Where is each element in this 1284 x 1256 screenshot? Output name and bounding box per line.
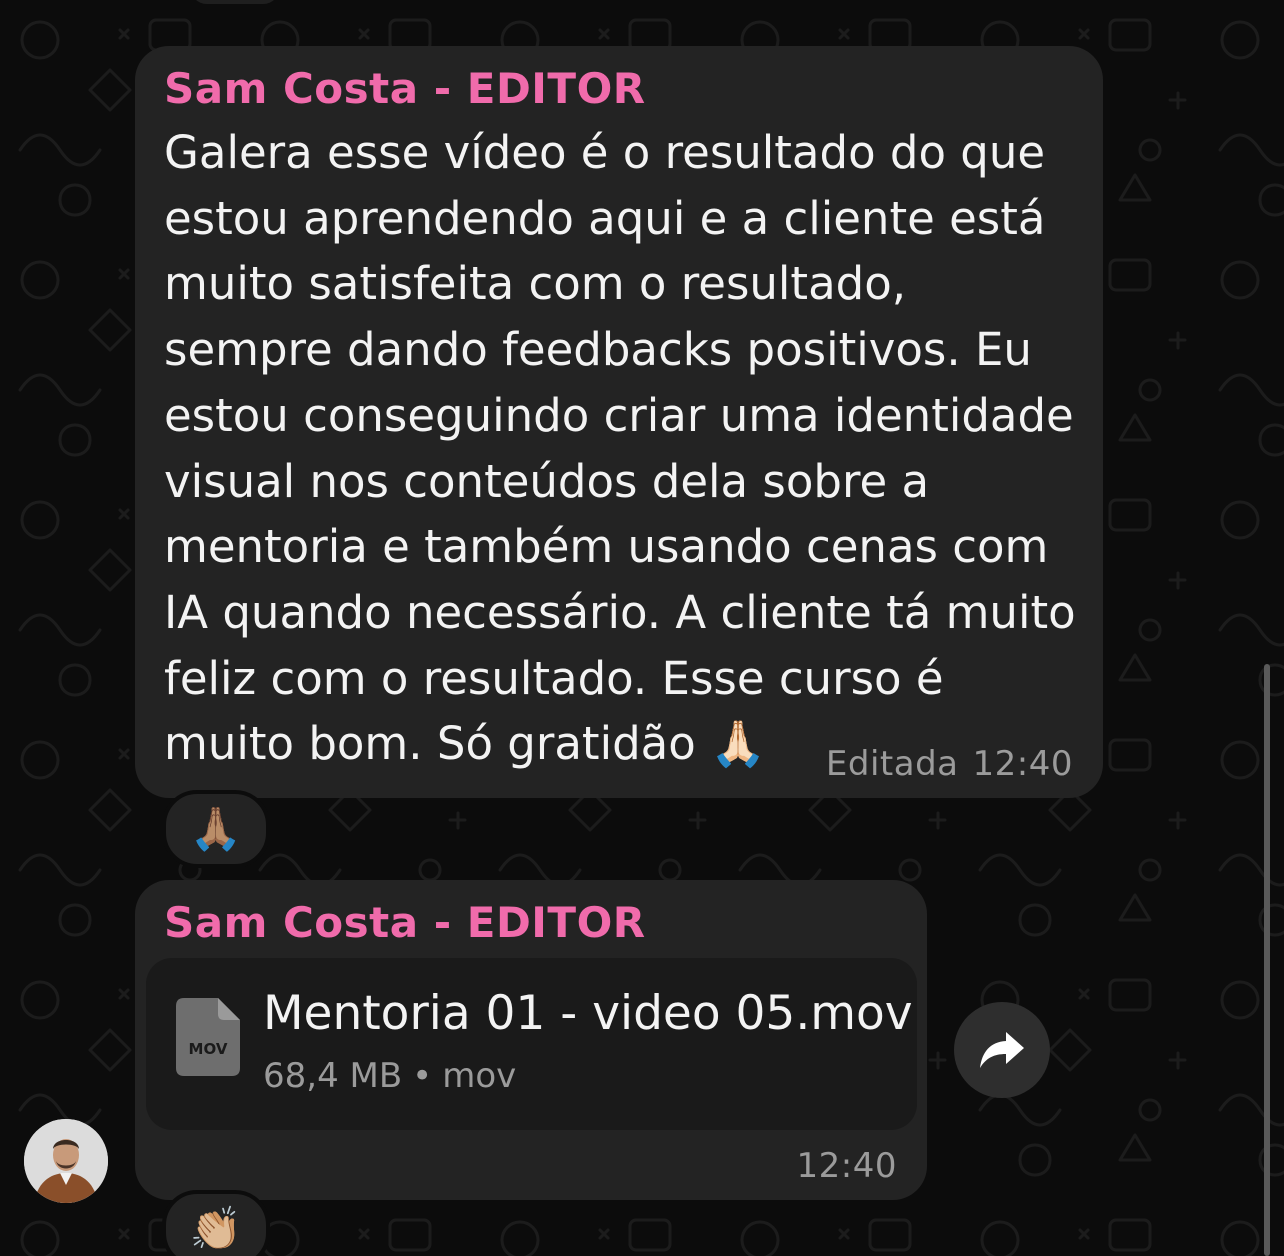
reaction-badge[interactable]: 👏🏼 [162,1190,270,1256]
avatar-image [24,1119,108,1203]
edited-label: Editada [825,744,959,784]
reaction-badge[interactable]: 🙏🏽 [162,790,270,868]
reaction-emoji: 🙏🏽 [189,804,243,853]
previous-reaction [190,0,280,4]
file-attachment[interactable]: MOV Mentoria 01 - video 05.mov 68,4 MB • m… [146,958,917,1130]
file-info: 68,4 MB • mov [263,1056,516,1096]
chat-view: Sam Costa - EDITOR Galera esse vídeo é o… [0,0,1284,1256]
file-type-label: MOV [189,1040,228,1058]
file-extension: mov [442,1056,517,1096]
sender-name: Sam Costa - EDITOR [164,898,646,947]
message-time: 12:40 [796,1146,897,1186]
message-text: Galera esse vídeo é o resultado do que e… [164,126,1076,771]
scrollbar[interactable] [1264,664,1270,1256]
message-time: 12:40 [972,744,1073,784]
avatar[interactable] [24,1119,108,1203]
document-file-icon: MOV [176,998,240,1076]
message-meta: Editada 12:40 [826,744,1073,784]
file-message-bubble[interactable]: Sam Costa - EDITOR MOV Mentoria 01 - vid… [135,880,927,1200]
share-button[interactable] [954,1002,1050,1098]
message-bubble[interactable]: Sam Costa - EDITOR Galera esse vídeo é o… [135,46,1103,798]
reaction-emoji: 👏🏼 [189,1204,243,1253]
file-name: Mentoria 01 - video 05.mov [263,986,913,1041]
info-separator: • [412,1056,433,1096]
share-arrow-icon [980,1032,1024,1068]
file-size: 68,4 MB [263,1056,403,1096]
sender-name: Sam Costa - EDITOR [164,64,646,113]
